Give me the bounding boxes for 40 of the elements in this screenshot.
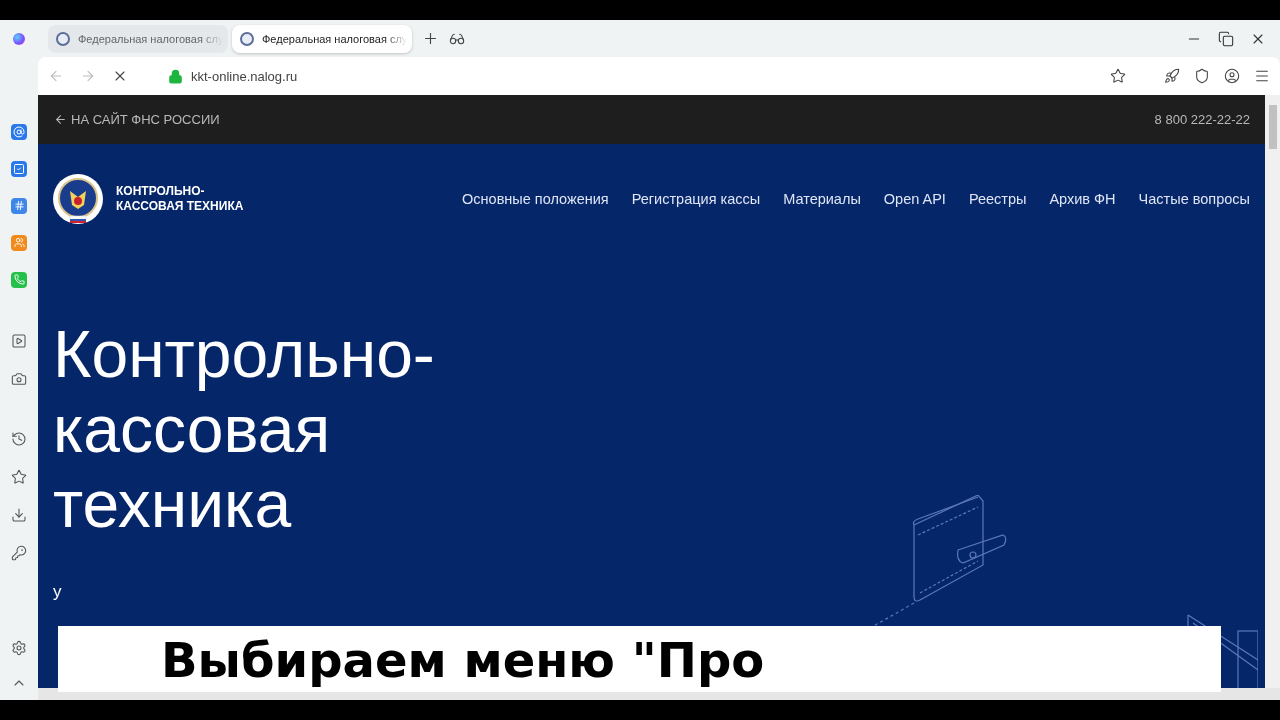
history-icon[interactable] [11, 431, 27, 447]
profile-icon[interactable] [1224, 68, 1240, 84]
emblem-logo[interactable] [52, 173, 104, 225]
nav-link[interactable]: Основные положения [462, 191, 609, 207]
hero-title: кассовая [53, 392, 332, 467]
checkbox-icon[interactable] [11, 160, 27, 177]
nav-link[interactable]: Регистрация кассы [631, 191, 761, 207]
mail-icon[interactable] [11, 123, 27, 140]
nav-link[interactable]: Материалы [783, 191, 861, 207]
emblem-icon [56, 31, 70, 46]
logo-text: КАССОВАЯ ТЕХНИКА [116, 199, 244, 214]
emblem-icon [240, 31, 254, 46]
hero-subtitle: у [53, 581, 63, 603]
nav-link[interactable]: Архив ФН [1049, 191, 1116, 207]
lock-icon [168, 68, 183, 84]
phone-number: 8 800 222-22-22 [1154, 112, 1250, 127]
hero-title: техника [53, 467, 293, 542]
video-caption: Выбираем меню "Про [58, 626, 1221, 692]
hero-title: Контрольно- [53, 317, 436, 392]
new-tab-icon[interactable] [422, 30, 439, 47]
logo-text: КОНТРОЛЬНО- [116, 184, 206, 199]
settings-icon[interactable] [11, 640, 27, 656]
menu-icon[interactable] [1254, 68, 1270, 84]
bookmark-star-icon[interactable] [1110, 68, 1126, 84]
nav-link[interactable]: Частые вопросы [1138, 191, 1250, 207]
nav-link[interactable]: Реестры [968, 191, 1027, 207]
rocket-icon[interactable] [1164, 68, 1180, 84]
shield-icon[interactable] [1194, 68, 1210, 84]
nav-link[interactable]: Open API [883, 191, 946, 207]
video-icon[interactable] [11, 333, 27, 349]
url-field[interactable]: kkt-online.nalog.ru [191, 68, 298, 84]
download-icon[interactable] [11, 507, 27, 523]
browser-logo-icon[interactable] [13, 33, 25, 45]
back-to-site-link[interactable]: НА САЙТ ФНС РОССИИ [54, 112, 220, 127]
scrollbar-thumb[interactable] [1268, 105, 1277, 149]
arrow-left-icon [54, 113, 67, 126]
camera-icon[interactable] [11, 371, 27, 387]
restore-icon[interactable] [1218, 30, 1234, 47]
key-icon[interactable] [11, 545, 27, 561]
star-icon[interactable] [11, 469, 27, 485]
